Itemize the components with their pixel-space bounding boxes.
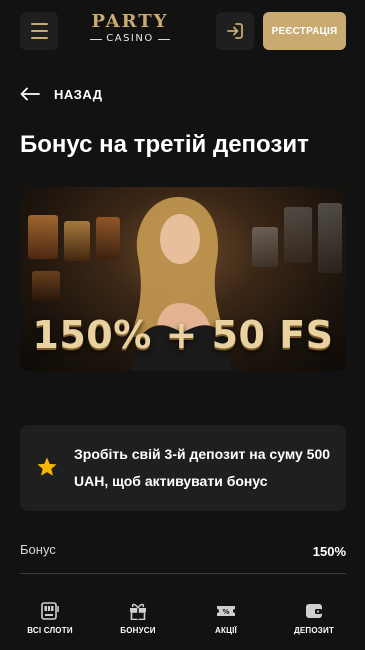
logo-party-text: PARTY xyxy=(91,11,169,32)
nav-item-promotions[interactable]: % АКЦІЇ xyxy=(186,602,266,642)
nav-label: АКЦІЇ xyxy=(215,626,237,635)
svg-text:%: % xyxy=(222,608,229,616)
logo-divider xyxy=(157,38,170,40)
bonus-condition-card: Зробіть свій 3-й депозит на суму 500 UAH… xyxy=(20,425,346,511)
logo[interactable]: PARTY CASINO xyxy=(86,12,174,48)
back-link[interactable]: НАЗАД xyxy=(20,84,103,104)
back-label: НАЗАД xyxy=(54,86,103,102)
login-button[interactable] xyxy=(216,12,254,50)
login-icon xyxy=(227,23,243,39)
bottom-navigation: ВСІ СЛОТИ БОНУСИ % АКЦІЇ ДЕПОЗИТ xyxy=(0,592,365,650)
nav-item-bonuses[interactable]: БОНУСИ xyxy=(98,602,178,642)
banner-offer-text: 150% + 50 FS xyxy=(32,313,334,357)
gift-icon xyxy=(130,603,146,620)
logo-divider xyxy=(90,38,103,40)
detail-value: 150% xyxy=(312,544,346,559)
hamburger-icon-line xyxy=(30,23,48,25)
hamburger-icon-line xyxy=(30,30,48,32)
page-title: Бонус на третій депозит xyxy=(20,131,309,158)
register-button[interactable]: РЕЄСТРАЦІЯ xyxy=(263,12,346,50)
arrow-left-icon xyxy=(20,87,40,101)
nav-item-deposit[interactable]: ДЕПОЗИТ xyxy=(274,602,354,642)
bonus-condition-text: Зробіть свій 3-й депозит на суму 500 UAH… xyxy=(74,446,331,489)
bonus-banner-image: 150% + 50 FS xyxy=(20,187,346,371)
slot-machine-icon xyxy=(41,602,59,620)
logo-casino-text: CASINO xyxy=(106,33,154,44)
bonus-page: PARTY CASINO РЕЄСТРАЦІЯ НАЗАД Бонус на т… xyxy=(0,0,365,650)
detail-row: Бонус 150% xyxy=(20,540,346,574)
menu-button[interactable] xyxy=(20,12,58,50)
logo-casino-row: CASINO xyxy=(86,33,174,45)
star-icon xyxy=(37,457,57,476)
coupon-icon: % xyxy=(217,606,235,616)
wallet-icon xyxy=(306,604,322,618)
top-bar: PARTY CASINO РЕЄСТРАЦІЯ xyxy=(0,0,365,64)
detail-label: Бонус xyxy=(20,542,56,557)
nav-label: ВСІ СЛОТИ xyxy=(27,626,73,635)
nav-item-all-slots[interactable]: ВСІ СЛОТИ xyxy=(10,602,90,642)
nav-label: БОНУСИ xyxy=(120,626,156,635)
nav-label: ДЕПОЗИТ xyxy=(293,626,335,635)
hamburger-icon-line xyxy=(30,37,48,39)
